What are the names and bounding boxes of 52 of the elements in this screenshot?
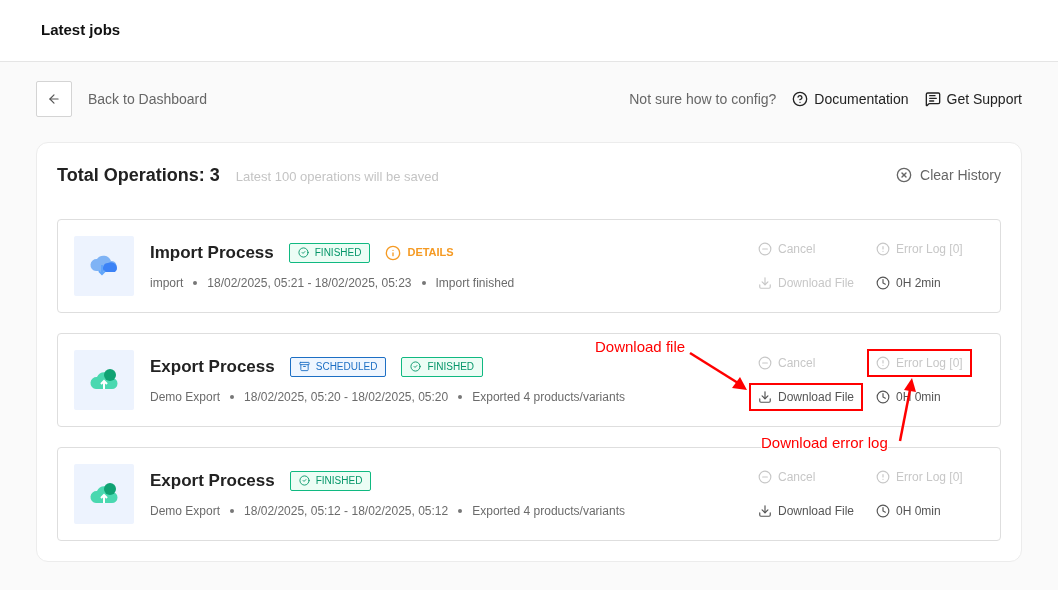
- clock-icon: [876, 276, 890, 290]
- download-file-button[interactable]: Download File: [749, 383, 864, 411]
- archive-icon: [298, 361, 310, 372]
- check-circle-icon: [298, 475, 310, 486]
- clear-history-button[interactable]: Clear History: [896, 164, 1001, 186]
- alert-circle-icon: [876, 470, 890, 484]
- info-icon: [385, 244, 402, 261]
- alert-circle-icon: [876, 242, 890, 256]
- clock-icon: [876, 504, 890, 518]
- minus-circle-icon: [758, 242, 772, 256]
- chat-icon: [924, 91, 941, 107]
- duration-label: 0H 2min: [876, 274, 976, 292]
- operation-title: Export Process: [150, 355, 275, 378]
- operation-meta: 18/02/2025, 05:20 - 18/02/2025, 05:20: [244, 389, 449, 407]
- status-badge: FINISHED: [401, 356, 484, 377]
- duration-label: 0H 0min: [876, 502, 976, 520]
- help-hint: Not sure how to config?: [629, 89, 777, 109]
- help-icon: [792, 91, 809, 107]
- status-badge: SCHEDULED: [289, 356, 387, 377]
- operations-note: Latest 100 operations will be saved: [235, 167, 439, 186]
- operation-meta: import: [150, 275, 184, 293]
- operation-meta: 18/02/2025, 05:12 - 18/02/2025, 05:12: [244, 503, 449, 521]
- operation-meta: 18/02/2025, 05:21 - 18/02/2025, 05:23: [207, 275, 412, 293]
- status-badge: FINISHED: [288, 242, 371, 263]
- check-circle-icon: [410, 361, 422, 372]
- alert-circle-icon: [876, 356, 890, 370]
- documentation-link[interactable]: Documentation: [792, 88, 909, 110]
- download-icon: [758, 504, 772, 518]
- annotation-label: Download file: [595, 337, 686, 357]
- download-icon: [758, 390, 772, 404]
- back-link[interactable]: Back to Dashboard: [88, 88, 208, 110]
- operations-count: Total Operations: 3: [57, 163, 220, 187]
- operation-meta: Import finished: [435, 275, 515, 293]
- operation-title: Import Process: [150, 241, 274, 264]
- operation-meta: Exported 4 products/variants: [472, 389, 625, 407]
- support-link[interactable]: Get Support: [924, 88, 1022, 110]
- page-title: Latest jobs: [41, 20, 121, 41]
- minus-circle-icon: [758, 470, 772, 484]
- close-circle-icon: [896, 167, 913, 183]
- annotation-arrow: [689, 351, 747, 390]
- minus-circle-icon: [758, 356, 772, 370]
- download-file-button[interactable]: Download File: [749, 497, 864, 525]
- check-circle-icon: [297, 247, 309, 258]
- download-icon: [758, 276, 772, 290]
- status-badge: FINISHED: [289, 470, 372, 491]
- operation-meta: Demo Export: [150, 503, 221, 521]
- clock-icon: [876, 390, 890, 404]
- back-button[interactable]: [36, 81, 72, 117]
- operation-title: Export Process: [150, 469, 275, 492]
- operation-meta: Demo Export: [150, 389, 221, 407]
- operation-meta: Exported 4 products/variants: [472, 503, 625, 521]
- details-link[interactable]: DETAILS: [385, 244, 454, 261]
